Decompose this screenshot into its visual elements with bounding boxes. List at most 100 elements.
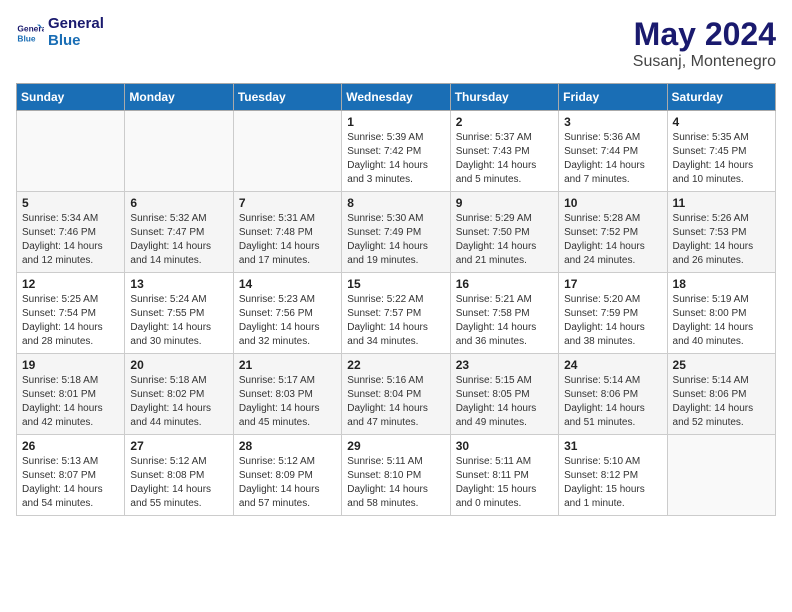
day-info: Sunrise: 5:36 AM Sunset: 7:44 PM Dayligh… bbox=[564, 131, 661, 187]
day-info: Sunrise: 5:30 AM Sunset: 7:49 PM Dayligh… bbox=[347, 212, 444, 268]
table-row bbox=[667, 435, 775, 516]
table-row: 9Sunrise: 5:29 AM Sunset: 7:50 PM Daylig… bbox=[450, 192, 558, 273]
table-row: 10 Sunrise: 5:28 AM Sunset: 7:52 PM Dayli… bbox=[559, 192, 667, 273]
svg-text:Blue: Blue bbox=[17, 33, 35, 43]
table-row: 29 Sunrise: 5:11 AM Sunset: 8:10 PM Dayli… bbox=[342, 435, 450, 516]
header-thursday: Thursday bbox=[450, 84, 558, 111]
table-row: 20Sunrise: 5:18 AM Sunset: 8:02 PM Dayli… bbox=[125, 354, 233, 435]
logo-line2: Blue bbox=[48, 33, 104, 50]
table-row: 11 Sunrise: 5:26 AM Sunset: 7:53 PM Dayli… bbox=[667, 192, 775, 273]
day-info: Sunrise: 5:14 AM Sunset: 8:06 PM Dayligh… bbox=[673, 374, 770, 430]
day-info: Sunrise: 5:22 AM Sunset: 7:57 PM Dayligh… bbox=[347, 293, 444, 349]
table-row: 4Sunrise: 5:35 AM Sunset: 7:45 PM Daylig… bbox=[667, 111, 775, 192]
logo: General Blue General Blue bbox=[16, 16, 104, 49]
day-info: Sunrise: 5:13 AM Sunset: 8:07 PM Dayligh… bbox=[22, 455, 119, 511]
header-tuesday: Tuesday bbox=[233, 84, 341, 111]
table-row: 15 Sunrise: 5:22 AM Sunset: 7:57 PM Dayli… bbox=[342, 273, 450, 354]
calendar-body: 1 Sunrise: 5:39 AM Sunset: 7:42 PM Daylig… bbox=[17, 111, 776, 516]
day-number: 12 bbox=[22, 277, 119, 291]
day-number: 24 bbox=[564, 358, 661, 372]
day-info: Sunrise: 5:15 AM Sunset: 8:05 PM Dayligh… bbox=[456, 374, 553, 430]
page-header: General Blue General Blue May 2024 Susan… bbox=[16, 16, 776, 71]
day-info: Sunrise: 5:19 AM Sunset: 8:00 PM Dayligh… bbox=[673, 293, 770, 349]
day-number: 14 bbox=[239, 277, 336, 291]
day-number: 6 bbox=[130, 196, 227, 210]
day-info: Sunrise: 5:32 AM Sunset: 7:47 PM Dayligh… bbox=[130, 212, 227, 268]
day-number: 10 bbox=[564, 196, 661, 210]
day-number: 2 bbox=[456, 115, 553, 129]
day-number: 19 bbox=[22, 358, 119, 372]
title-block: May 2024 Susanj, Montenegro bbox=[633, 16, 776, 71]
header-sunday: Sunday bbox=[17, 84, 125, 111]
table-row: 17Sunrise: 5:20 AM Sunset: 7:59 PM Dayli… bbox=[559, 273, 667, 354]
day-info: Sunrise: 5:23 AM Sunset: 7:56 PM Dayligh… bbox=[239, 293, 336, 349]
day-info: Sunrise: 5:39 AM Sunset: 7:42 PM Dayligh… bbox=[347, 131, 444, 187]
day-number: 29 bbox=[347, 439, 444, 453]
header-wednesday: Wednesday bbox=[342, 84, 450, 111]
day-info: Sunrise: 5:24 AM Sunset: 7:55 PM Dayligh… bbox=[130, 293, 227, 349]
header-friday: Friday bbox=[559, 84, 667, 111]
day-number: 11 bbox=[673, 196, 770, 210]
day-info: Sunrise: 5:12 AM Sunset: 8:08 PM Dayligh… bbox=[130, 455, 227, 511]
table-row: 19 Sunrise: 5:18 AM Sunset: 8:01 PM Dayli… bbox=[17, 354, 125, 435]
table-row: 1 Sunrise: 5:39 AM Sunset: 7:42 PM Daylig… bbox=[342, 111, 450, 192]
day-number: 31 bbox=[564, 439, 661, 453]
day-number: 21 bbox=[239, 358, 336, 372]
table-row: 8 Sunrise: 5:30 AM Sunset: 7:49 PM Daylig… bbox=[342, 192, 450, 273]
table-row: 3Sunrise: 5:36 AM Sunset: 7:44 PM Daylig… bbox=[559, 111, 667, 192]
table-row: 21 Sunrise: 5:17 AM Sunset: 8:03 PM Dayli… bbox=[233, 354, 341, 435]
logo-icon: General Blue bbox=[16, 19, 44, 47]
day-info: Sunrise: 5:16 AM Sunset: 8:04 PM Dayligh… bbox=[347, 374, 444, 430]
table-row bbox=[17, 111, 125, 192]
day-number: 16 bbox=[456, 277, 553, 291]
day-number: 28 bbox=[239, 439, 336, 453]
table-row: 16 Sunrise: 5:21 AM Sunset: 7:58 PM Dayli… bbox=[450, 273, 558, 354]
table-row: 7 Sunrise: 5:31 AM Sunset: 7:48 PM Daylig… bbox=[233, 192, 341, 273]
day-number: 8 bbox=[347, 196, 444, 210]
day-info: Sunrise: 5:26 AM Sunset: 7:53 PM Dayligh… bbox=[673, 212, 770, 268]
table-row: 14 Sunrise: 5:23 AM Sunset: 7:56 PM Dayli… bbox=[233, 273, 341, 354]
day-number: 15 bbox=[347, 277, 444, 291]
table-row: 27 Sunrise: 5:12 AM Sunset: 8:08 PM Dayli… bbox=[125, 435, 233, 516]
table-row: 2Sunrise: 5:37 AM Sunset: 7:43 PM Daylig… bbox=[450, 111, 558, 192]
table-row: 5 Sunrise: 5:34 AM Sunset: 7:46 PM Daylig… bbox=[17, 192, 125, 273]
day-info: Sunrise: 5:31 AM Sunset: 7:48 PM Dayligh… bbox=[239, 212, 336, 268]
day-number: 27 bbox=[130, 439, 227, 453]
day-number: 18 bbox=[673, 277, 770, 291]
month-title: May 2024 bbox=[633, 16, 776, 53]
day-info: Sunrise: 5:34 AM Sunset: 7:46 PM Dayligh… bbox=[22, 212, 119, 268]
day-number: 5 bbox=[22, 196, 119, 210]
day-info: Sunrise: 5:25 AM Sunset: 7:54 PM Dayligh… bbox=[22, 293, 119, 349]
table-row: 28 Sunrise: 5:12 AM Sunset: 8:09 PM Dayli… bbox=[233, 435, 341, 516]
header-saturday: Saturday bbox=[667, 84, 775, 111]
day-info: Sunrise: 5:28 AM Sunset: 7:52 PM Dayligh… bbox=[564, 212, 661, 268]
day-number: 23 bbox=[456, 358, 553, 372]
table-row: 22Sunrise: 5:16 AM Sunset: 8:04 PM Dayli… bbox=[342, 354, 450, 435]
table-row: 24 Sunrise: 5:14 AM Sunset: 8:06 PM Dayli… bbox=[559, 354, 667, 435]
table-row: 23 Sunrise: 5:15 AM Sunset: 8:05 PM Dayli… bbox=[450, 354, 558, 435]
day-info: Sunrise: 5:10 AM Sunset: 8:12 PM Dayligh… bbox=[564, 455, 661, 511]
day-info: Sunrise: 5:12 AM Sunset: 8:09 PM Dayligh… bbox=[239, 455, 336, 511]
day-info: Sunrise: 5:17 AM Sunset: 8:03 PM Dayligh… bbox=[239, 374, 336, 430]
table-row: 30 Sunrise: 5:11 AM Sunset: 8:11 PM Dayli… bbox=[450, 435, 558, 516]
day-number: 17 bbox=[564, 277, 661, 291]
day-number: 9 bbox=[456, 196, 553, 210]
day-info: Sunrise: 5:18 AM Sunset: 8:02 PM Dayligh… bbox=[130, 374, 227, 430]
day-number: 4 bbox=[673, 115, 770, 129]
day-info: Sunrise: 5:14 AM Sunset: 8:06 PM Dayligh… bbox=[564, 374, 661, 430]
header-monday: Monday bbox=[125, 84, 233, 111]
table-row bbox=[125, 111, 233, 192]
location: Susanj, Montenegro bbox=[633, 53, 776, 71]
day-info: Sunrise: 5:21 AM Sunset: 7:58 PM Dayligh… bbox=[456, 293, 553, 349]
calendar-header: Sunday Monday Tuesday Wednesday Thursday… bbox=[17, 84, 776, 111]
day-number: 7 bbox=[239, 196, 336, 210]
day-number: 26 bbox=[22, 439, 119, 453]
table-row: 18 Sunrise: 5:19 AM Sunset: 8:00 PM Dayli… bbox=[667, 273, 775, 354]
day-info: Sunrise: 5:11 AM Sunset: 8:11 PM Dayligh… bbox=[456, 455, 553, 511]
day-number: 25 bbox=[673, 358, 770, 372]
day-info: Sunrise: 5:18 AM Sunset: 8:01 PM Dayligh… bbox=[22, 374, 119, 430]
table-row: 12 Sunrise: 5:25 AM Sunset: 7:54 PM Dayli… bbox=[17, 273, 125, 354]
day-info: Sunrise: 5:11 AM Sunset: 8:10 PM Dayligh… bbox=[347, 455, 444, 511]
day-number: 30 bbox=[456, 439, 553, 453]
day-number: 1 bbox=[347, 115, 444, 129]
